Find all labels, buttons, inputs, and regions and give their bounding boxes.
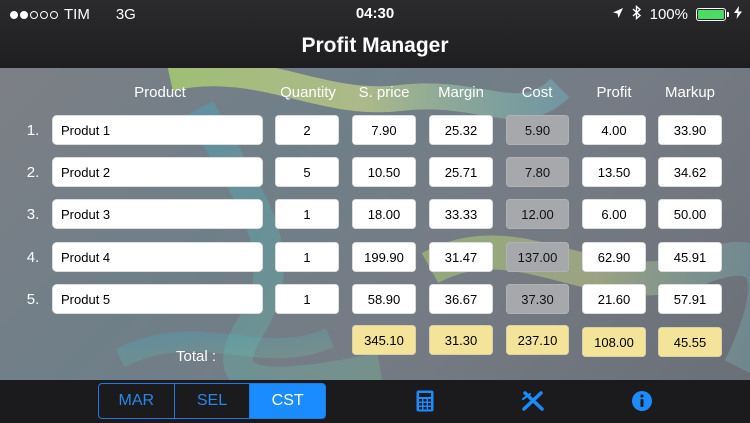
margin-field[interactable]: 25.32 (429, 115, 493, 145)
product-name-field[interactable]: Produt 5 (52, 284, 263, 314)
quantity-field[interactable]: 1 (275, 199, 339, 229)
cost-field[interactable]: 12.00 (506, 199, 569, 229)
product-name-field[interactable]: Produt 2 (52, 157, 263, 187)
row-number: 1. (26, 122, 40, 139)
cost-field[interactable]: 37.30 (506, 284, 569, 314)
cost-field[interactable]: 5.90 (506, 115, 569, 145)
charging-bolt-icon (734, 6, 742, 23)
quantity-field[interactable]: 1 (275, 242, 339, 272)
segment-sel[interactable]: SEL (175, 384, 251, 418)
page-title: Profit Manager (301, 34, 449, 57)
status-right: 100% (612, 4, 742, 24)
app-screen: TIM 3G 04:30 100% Profit Manager Product… (0, 0, 750, 423)
mode-segmented-control: MAR SEL CST (98, 383, 326, 419)
markup-field[interactable]: 33.90 (658, 115, 722, 145)
margin-field[interactable]: 36.67 (429, 284, 493, 314)
column-header-markup: Markup (664, 84, 716, 101)
bluetooth-icon (632, 4, 642, 24)
info-icon[interactable] (629, 388, 655, 414)
profit-field[interactable]: 62.90 (582, 242, 646, 272)
product-name-field[interactable]: Produt 4 (52, 242, 263, 272)
markup-field[interactable]: 50.00 (658, 199, 722, 229)
status-bar: TIM 3G 04:30 100% (0, 0, 750, 28)
column-header-margin: Margin (438, 84, 484, 101)
battery-percent: 100% (649, 6, 688, 23)
row-number: 5. (26, 291, 40, 308)
total-profit: 108.00 (582, 327, 646, 357)
cost-field[interactable]: 7.80 (506, 157, 569, 187)
row-number: 3. (26, 206, 40, 223)
product-name-field[interactable]: Produt 1 (52, 115, 263, 145)
profit-field[interactable]: 21.60 (582, 284, 646, 314)
margin-field[interactable]: 25.71 (429, 157, 493, 187)
sprice-field[interactable]: 10.50 (352, 157, 416, 187)
calculator-icon[interactable] (412, 388, 438, 414)
column-header-sprice: S. price (358, 84, 410, 101)
top-bar: TIM 3G 04:30 100% Profit Manager (0, 0, 750, 68)
margin-field[interactable]: 33.33 (429, 199, 493, 229)
quantity-field[interactable]: 5 (275, 157, 339, 187)
segment-mar[interactable]: MAR (99, 384, 175, 418)
profit-field[interactable]: 4.00 (582, 115, 646, 145)
cost-field[interactable]: 137.00 (506, 242, 569, 272)
sprice-field[interactable]: 18.00 (352, 199, 416, 229)
markup-field[interactable]: 57.91 (658, 284, 722, 314)
row-number: 4. (26, 249, 40, 266)
markup-field[interactable]: 34.62 (658, 157, 722, 187)
location-arrow-icon (612, 6, 624, 23)
sprice-field[interactable]: 7.90 (352, 115, 416, 145)
battery-icon (696, 8, 729, 21)
clear-icon[interactable] (520, 388, 546, 414)
quantity-field[interactable]: 1 (275, 284, 339, 314)
column-header-cost: Cost (521, 84, 553, 101)
total-markup: 45.55 (658, 327, 722, 357)
total-sprice: 345.10 (352, 325, 416, 355)
column-header-profit: Profit (596, 84, 632, 101)
markup-field[interactable]: 45.91 (658, 242, 722, 272)
total-label: Total : (176, 348, 217, 365)
profit-table-area: Product Quantity S. price Margin Cost Pr… (0, 68, 750, 380)
column-header-quantity: Quantity (280, 84, 336, 101)
total-cost: 237.10 (506, 325, 569, 355)
segment-cst[interactable]: CST (250, 384, 325, 418)
profit-field[interactable]: 13.50 (582, 157, 646, 187)
bottom-toolbar: MAR SEL CST (0, 380, 750, 423)
sprice-field[interactable]: 199.90 (352, 242, 416, 272)
margin-field[interactable]: 31.47 (429, 242, 493, 272)
product-name-field[interactable]: Produt 3 (52, 199, 263, 229)
total-margin: 31.30 (429, 325, 493, 355)
column-header-product: Product (134, 84, 186, 101)
profit-field[interactable]: 6.00 (582, 199, 646, 229)
quantity-field[interactable]: 2 (275, 115, 339, 145)
sprice-field[interactable]: 58.90 (352, 284, 416, 314)
row-number: 2. (26, 164, 40, 181)
